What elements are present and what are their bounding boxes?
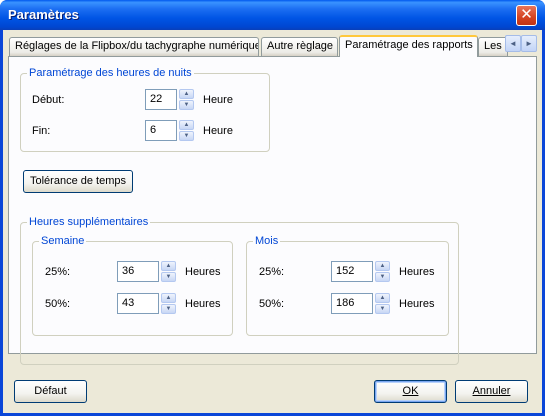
arrow-down-icon: ▼ [379,274,386,280]
start-hour-spinner: ▲ ▼ [179,89,194,110]
arrow-down-icon: ▼ [165,306,172,312]
end-label: Fin: [32,125,51,137]
month-50-spinner: ▲ ▼ [375,293,390,314]
night-hours-legend: Paramétrage des heures de nuits [27,67,194,79]
end-hour-input[interactable]: 6 [145,120,177,141]
arrow-right-icon: ► [525,39,533,48]
week-50-spinner: ▲ ▼ [161,293,176,314]
tab-flipbox-tachograph[interactable]: Réglages de la Flipbox/du tachygraphe nu… [9,37,259,56]
spin-up-button[interactable]: ▲ [179,120,194,130]
ok-button[interactable]: OK [374,380,447,403]
week-50-unit: Heures [185,298,221,310]
arrow-down-icon: ▼ [183,133,190,139]
tab-label: Paramétrage des rapports [345,39,473,51]
arrow-up-icon: ▲ [183,91,190,97]
spin-down-button[interactable]: ▼ [375,304,390,314]
start-unit-label: Heure [203,94,233,106]
month-50-input[interactable]: 186 [331,293,373,314]
close-icon: ✕ [520,6,533,23]
arrow-up-icon: ▲ [379,295,386,301]
week-25-unit: Heures [185,266,221,278]
time-tolerance-button[interactable]: Tolérance de temps [23,170,133,193]
week-50-label: 50%: [45,298,71,310]
window-title: Paramètres [8,7,79,22]
spin-up-button[interactable]: ▲ [161,293,176,303]
tab-label: Les [484,40,502,52]
spin-up-button[interactable]: ▲ [179,89,194,99]
week-legend: Semaine [39,235,87,247]
cancel-button[interactable]: Annuler [455,380,528,403]
end-hour-spinner: ▲ ▼ [179,120,194,141]
spin-up-button[interactable]: ▲ [375,261,390,271]
start-hour-input[interactable]: 22 [145,89,177,110]
end-unit-label: Heure [203,125,233,137]
tab-other-setting[interactable]: Autre règlage [261,37,338,56]
arrow-down-icon: ▼ [183,102,190,108]
month-25-spinner: ▲ ▼ [375,261,390,282]
dialog-client-area: Réglages de la Flipbox/du tachygraphe nu… [3,30,542,413]
settings-dialog: Paramètres ✕ Réglages de la Flipbox/du t… [0,0,545,416]
tab-partial-les[interactable]: Les [478,37,508,56]
arrow-down-icon: ▼ [379,306,386,312]
close-button[interactable]: ✕ [516,5,537,26]
spin-down-button[interactable]: ▼ [375,272,390,282]
arrow-up-icon: ▲ [165,263,172,269]
arrow-down-icon: ▼ [165,274,172,280]
spin-up-button[interactable]: ▲ [375,293,390,303]
month-50-label: 50%: [259,298,285,310]
tab-scroll-left-button[interactable]: ◄ [505,35,521,52]
tab-report-settings[interactable]: Paramétrage des rapports [339,35,478,57]
default-button[interactable]: Défaut [14,380,87,403]
spin-down-button[interactable]: ▼ [161,304,176,314]
month-50-unit: Heures [399,298,435,310]
week-25-input[interactable]: 36 [117,261,159,282]
week-group: Semaine 25%: 36 ▲ ▼ Heures 50%: 43 ▲ ▼ H… [32,235,233,336]
week-25-label: 25%: [45,266,71,278]
arrow-up-icon: ▲ [183,122,190,128]
spin-down-button[interactable]: ▼ [179,131,194,141]
week-25-spinner: ▲ ▼ [161,261,176,282]
start-label: Début: [32,94,65,106]
overtime-legend: Heures supplémentaires [27,216,151,228]
month-group: Mois 25%: 152 ▲ ▼ Heures 50%: 186 ▲ ▼ He… [246,235,449,336]
spin-down-button[interactable]: ▼ [161,272,176,282]
arrow-left-icon: ◄ [509,39,517,48]
spin-up-button[interactable]: ▲ [161,261,176,271]
tab-scroll-right-button[interactable]: ► [521,35,537,52]
title-bar[interactable]: Paramètres ✕ [0,0,545,30]
week-50-input[interactable]: 43 [117,293,159,314]
night-hours-group: Paramétrage des heures de nuits Début: 2… [20,67,270,152]
month-25-label: 25%: [259,266,285,278]
spin-down-button[interactable]: ▼ [179,100,194,110]
arrow-up-icon: ▲ [379,263,386,269]
month-25-input[interactable]: 152 [331,261,373,282]
month-25-unit: Heures [399,266,435,278]
month-legend: Mois [253,235,281,247]
arrow-up-icon: ▲ [165,295,172,301]
tab-label: Autre règlage [267,40,334,52]
tab-panel-report-settings: Paramétrage des heures de nuits Début: 2… [8,56,537,365]
overtime-group: Heures supplémentaires Semaine 25%: 36 ▲… [20,216,459,365]
tab-label: Réglages de la Flipbox/du tachygraphe nu… [15,40,259,52]
